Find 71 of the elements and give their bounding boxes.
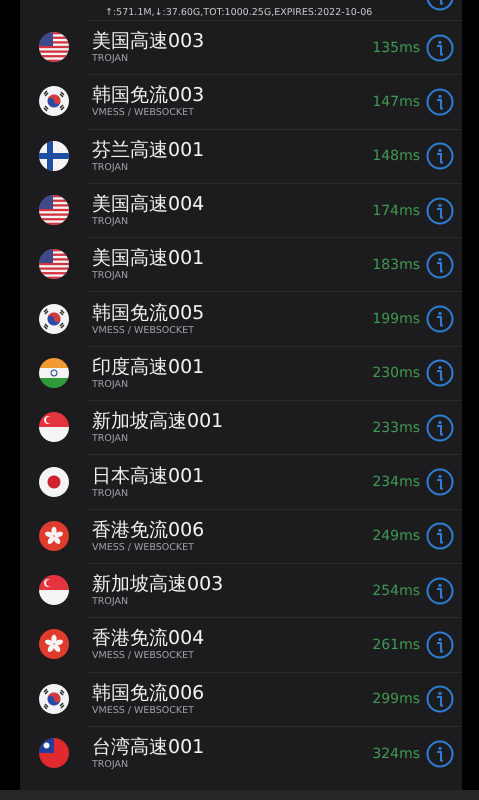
info-icon[interactable] <box>426 414 454 442</box>
server-name: 台湾高速001 <box>92 736 206 759</box>
flag-icon <box>39 358 69 388</box>
protocol-label: VMESS / WEBSOCKET <box>92 650 195 662</box>
latency-value: 324ms <box>372 746 420 762</box>
info-icon[interactable] <box>426 305 454 334</box>
server-name: 美国高速003 <box>92 30 206 54</box>
flag-icon <box>39 575 69 606</box>
info-icon[interactable] <box>426 576 454 605</box>
server-name: 韩国免流003 <box>92 84 206 108</box>
flag-icon <box>39 249 69 280</box>
protocol-label: TROJAN <box>92 433 130 446</box>
info-icon[interactable] <box>426 34 454 62</box>
protocol-label: TROJAN <box>92 53 130 66</box>
flag-icon <box>39 32 69 62</box>
flag-icon <box>39 412 69 442</box>
protocol-label: TROJAN <box>92 596 130 608</box>
info-icon[interactable] <box>426 630 454 659</box>
server-name: 韩国免流005 <box>92 302 206 325</box>
latency-value: 254ms <box>372 582 420 599</box>
protocol-label: TROJAN <box>92 488 130 500</box>
server-name: 美国高速001 <box>92 247 206 270</box>
server-name: 美国高速004 <box>92 193 206 216</box>
protocol-label: VMESS / WEBSOCKET <box>92 704 195 717</box>
latency-value: 147ms <box>372 94 420 110</box>
flag-icon <box>39 304 69 334</box>
info-icon[interactable] <box>426 250 454 279</box>
flag-icon <box>39 140 69 171</box>
server-name: 韩国免流006 <box>92 682 206 705</box>
latency-value: 233ms <box>372 420 420 436</box>
protocol-label: TROJAN <box>92 759 130 771</box>
protocol-label: VMESS / WEBSOCKET <box>92 107 195 120</box>
protocol-label: VMESS / WEBSOCKET <box>92 324 195 337</box>
server-name: 印度高速001 <box>92 356 206 379</box>
info-icon[interactable] <box>426 196 454 225</box>
flag-icon <box>39 86 69 116</box>
latency-value: 299ms <box>372 691 420 708</box>
latency-value: 183ms <box>372 256 420 273</box>
protocol-label: TROJAN <box>92 378 130 391</box>
latency-value: 174ms <box>372 202 420 219</box>
latency-value: 199ms <box>372 311 420 328</box>
info-icon[interactable] <box>426 685 454 714</box>
traffic-stats: ↑:571.1M,↓:37.60G,TOT:1000.25G,EXPIRES:2022-10-06 <box>105 6 372 20</box>
latency-value: 234ms <box>372 474 420 490</box>
flag-icon <box>39 684 69 714</box>
protocol-label: VMESS / WEBSOCKET <box>92 542 195 554</box>
info-icon[interactable] <box>426 359 454 388</box>
flag-icon <box>39 629 69 660</box>
flag-icon <box>39 466 69 497</box>
server-name: 日本高速001 <box>92 464 206 488</box>
info-icon[interactable] <box>426 522 454 550</box>
info-icon[interactable] <box>426 88 454 116</box>
latency-value: 135ms <box>372 40 420 56</box>
latency-value: 148ms <box>372 148 420 164</box>
flag-icon <box>39 738 69 768</box>
server-name: 香港免流006 <box>92 518 206 542</box>
latency-value: 230ms <box>372 365 420 382</box>
info-icon[interactable] <box>426 740 454 768</box>
server-name: 香港免流004 <box>92 627 206 650</box>
flag-icon <box>39 520 69 551</box>
server-name: 新加坡高速001 <box>92 410 224 434</box>
protocol-label: TROJAN <box>92 216 130 228</box>
info-icon[interactable] <box>426 142 454 170</box>
flag-icon <box>39 195 69 226</box>
info-icon[interactable] <box>426 468 454 496</box>
server-name: 芬兰高速001 <box>92 138 206 162</box>
latency-value: 249ms <box>372 528 420 544</box>
server-name: 新加坡高速003 <box>92 573 224 596</box>
protocol-label: TROJAN <box>92 270 130 282</box>
protocol-label: TROJAN <box>92 162 130 174</box>
latency-value: 261ms <box>372 636 420 653</box>
